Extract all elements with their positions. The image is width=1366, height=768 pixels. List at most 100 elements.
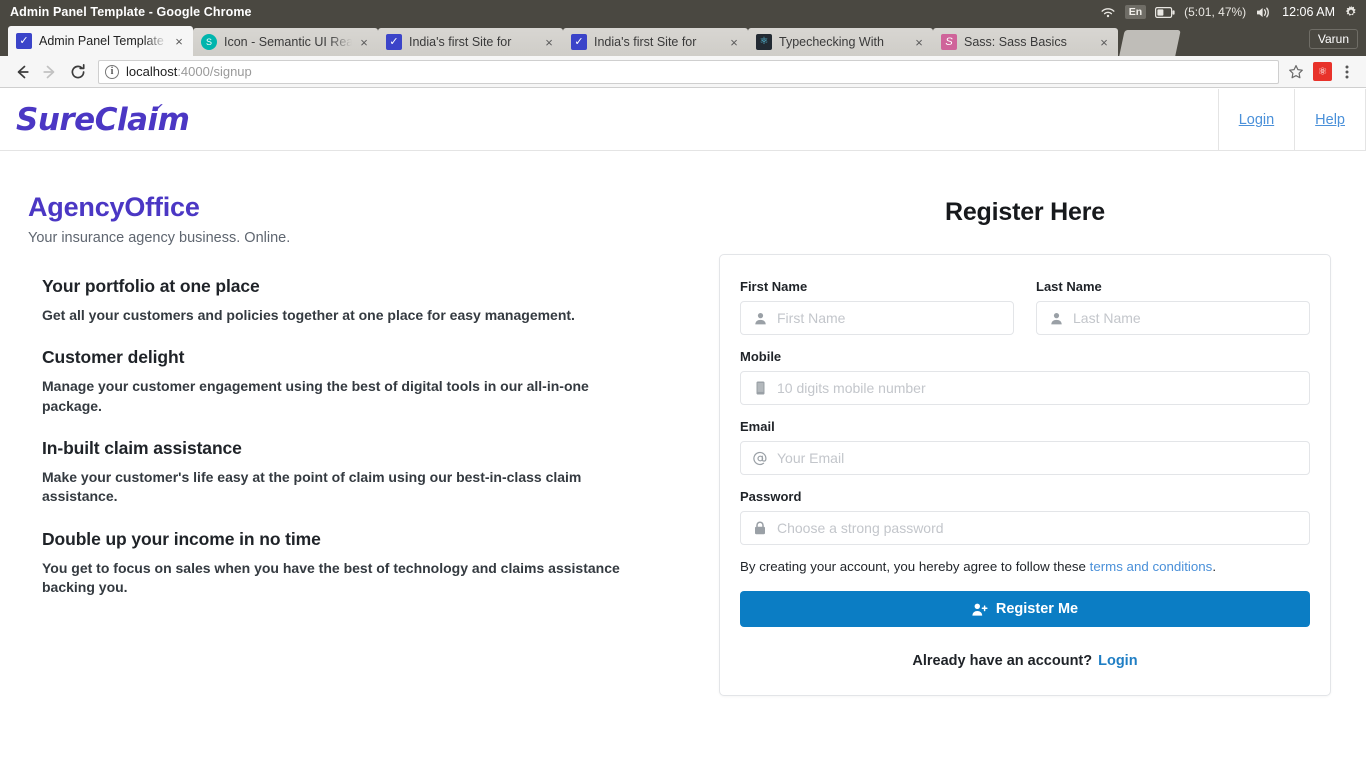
volume-icon[interactable] bbox=[1255, 6, 1273, 19]
header-link-login[interactable]: Login bbox=[1217, 88, 1294, 151]
email-input[interactable]: Your Email bbox=[740, 441, 1310, 475]
registration-column: Register Here First Name First Name Last… bbox=[719, 152, 1331, 696]
feature-item: Your portfolio at one place Get all your… bbox=[42, 276, 668, 325]
extension-icon[interactable]: ⚛ bbox=[1313, 62, 1332, 81]
registration-card: First Name First Name Last Name Last Nam… bbox=[719, 254, 1331, 696]
browser-tab[interactable]: ✓ Admin Panel Template × bbox=[8, 26, 193, 56]
checkmark-favicon: ✓ bbox=[16, 33, 32, 49]
header-link-help[interactable]: Help bbox=[1294, 88, 1366, 151]
keyboard-language-indicator[interactable]: En bbox=[1124, 5, 1147, 19]
terms-text: By creating your account, you hereby agr… bbox=[740, 559, 1310, 574]
semantic-ui-favicon: S bbox=[201, 34, 217, 50]
tab-close-icon[interactable]: × bbox=[1096, 34, 1112, 50]
new-tab-button[interactable] bbox=[1119, 30, 1181, 56]
address-bar[interactable]: i localhost:4000/signup bbox=[98, 59, 1279, 84]
site-header: SureClaim ✓ Login Help bbox=[0, 88, 1366, 151]
browser-tab[interactable]: ✓ India's first Site for × bbox=[378, 28, 563, 56]
browser-tab[interactable]: S Sass: Sass Basics × bbox=[933, 28, 1118, 56]
lock-icon bbox=[751, 521, 769, 535]
email-label: Email bbox=[740, 419, 775, 434]
feature-item: Customer delight Manage your customer en… bbox=[42, 347, 668, 416]
url-text: localhost:4000/signup bbox=[126, 64, 252, 79]
first-name-field: First Name First Name bbox=[740, 279, 1014, 335]
terms-suffix: . bbox=[1212, 559, 1217, 574]
feature-heading: Double up your income in no time bbox=[42, 528, 321, 549]
sass-favicon: S bbox=[941, 34, 957, 50]
tab-title: Typechecking With bbox=[779, 35, 884, 49]
react-favicon: ⚛ bbox=[756, 34, 772, 50]
terms-link[interactable]: terms and conditions bbox=[1090, 559, 1213, 574]
password-field: Password Choose a strong password bbox=[740, 489, 1310, 545]
browser-tab[interactable]: ⚛ Typechecking With × bbox=[748, 28, 933, 56]
tab-title: India's first Site for bbox=[594, 35, 697, 49]
site-logo[interactable]: SureClaim ✓ bbox=[16, 98, 190, 138]
password-label: Password bbox=[740, 489, 802, 504]
first-name-placeholder: First Name bbox=[777, 310, 846, 326]
feature-body: Get all your customers and policies toge… bbox=[42, 307, 575, 324]
tab-title: Sass: Sass Basics bbox=[964, 35, 1067, 49]
mobile-placeholder: 10 digits mobile number bbox=[777, 380, 926, 396]
browser-tab[interactable]: ✓ India's first Site for × bbox=[563, 28, 748, 56]
tab-list: ✓ Admin Panel Template × S Icon - Semant… bbox=[0, 24, 1366, 56]
checkmark-favicon: ✓ bbox=[571, 34, 587, 50]
tab-close-icon[interactable]: × bbox=[171, 33, 187, 49]
tab-close-icon[interactable]: × bbox=[726, 34, 742, 50]
tab-close-icon[interactable]: × bbox=[356, 34, 372, 50]
page-content: AgencyOffice Your insurance agency busin… bbox=[0, 152, 1366, 768]
system-tray: En (5:01, 47%) 12:06 AM bbox=[1100, 0, 1366, 24]
at-icon bbox=[751, 451, 769, 466]
password-placeholder: Choose a strong password bbox=[777, 520, 944, 536]
reload-icon[interactable] bbox=[64, 58, 92, 86]
register-heading: Register Here bbox=[945, 198, 1105, 226]
feature-body: Manage your customer engagement using th… bbox=[42, 378, 589, 414]
first-name-label: First Name bbox=[740, 279, 808, 294]
tab-title: India's first Site for bbox=[409, 35, 512, 49]
last-name-label: Last Name bbox=[1036, 279, 1102, 294]
forward-arrow-icon bbox=[36, 58, 64, 86]
back-arrow-icon[interactable] bbox=[8, 58, 36, 86]
os-titlebar: Admin Panel Template - Google Chrome En … bbox=[0, 0, 1366, 24]
feature-body: You get to focus on sales when you have … bbox=[42, 559, 620, 595]
feature-body: Make your customer's life easy at the po… bbox=[42, 468, 582, 505]
header-nav: Login Help bbox=[1217, 88, 1366, 151]
mobile-input[interactable]: 10 digits mobile number bbox=[740, 371, 1310, 405]
mobile-label: Mobile bbox=[740, 349, 782, 364]
first-name-input[interactable]: First Name bbox=[740, 301, 1014, 335]
password-input[interactable]: Choose a strong password bbox=[740, 511, 1310, 545]
info-icon[interactable]: i bbox=[105, 64, 119, 79]
url-path: :4000/signup bbox=[177, 64, 252, 79]
product-tagline: Your insurance agency business. Online. bbox=[28, 230, 291, 247]
wifi-icon[interactable] bbox=[1100, 6, 1116, 19]
mobile-field: Mobile 10 digits mobile number bbox=[740, 349, 1310, 405]
name-row: First Name First Name Last Name Last Nam… bbox=[740, 279, 1310, 349]
email-field: Email Your Email bbox=[740, 419, 1310, 475]
star-icon[interactable] bbox=[1283, 59, 1309, 85]
user-plus-icon bbox=[972, 603, 988, 616]
already-account-text: Already have an account? bbox=[912, 653, 1093, 669]
feature-heading: Your portfolio at one place bbox=[42, 276, 260, 297]
feature-item: In-built claim assistance Make your cust… bbox=[42, 438, 668, 507]
battery-icon[interactable] bbox=[1155, 6, 1175, 18]
email-placeholder: Your Email bbox=[777, 450, 845, 466]
url-host: localhost bbox=[126, 64, 178, 79]
last-name-input[interactable]: Last Name bbox=[1036, 301, 1310, 335]
register-submit-label: Register Me bbox=[995, 601, 1079, 617]
browser-tabstrip: ✓ Admin Panel Template × S Icon - Semant… bbox=[0, 24, 1366, 56]
terms-prefix: By creating your account, you hereby agr… bbox=[740, 559, 1090, 574]
last-name-field: Last Name Last Name bbox=[1036, 279, 1310, 335]
login-link[interactable]: Login bbox=[1098, 653, 1137, 669]
user-icon bbox=[751, 312, 769, 325]
three-dot-menu-icon[interactable] bbox=[1336, 59, 1358, 85]
last-name-placeholder: Last Name bbox=[1073, 310, 1141, 326]
gear-icon[interactable] bbox=[1344, 5, 1358, 19]
system-clock[interactable]: 12:06 AM bbox=[1282, 5, 1335, 19]
tab-title: Admin Panel Template bbox=[39, 34, 164, 48]
product-title: AgencyOffice bbox=[28, 192, 200, 222]
tab-title: Icon - Semantic UI React bbox=[224, 35, 352, 49]
profile-chip[interactable]: Varun bbox=[1308, 29, 1358, 49]
register-submit-button[interactable]: Register Me bbox=[740, 591, 1310, 627]
browser-tab[interactable]: S Icon - Semantic UI React × bbox=[193, 28, 378, 56]
tab-close-icon[interactable]: × bbox=[911, 34, 927, 50]
tab-close-icon[interactable]: × bbox=[541, 34, 557, 50]
feature-item: Double up your income in no time You get… bbox=[42, 529, 668, 598]
